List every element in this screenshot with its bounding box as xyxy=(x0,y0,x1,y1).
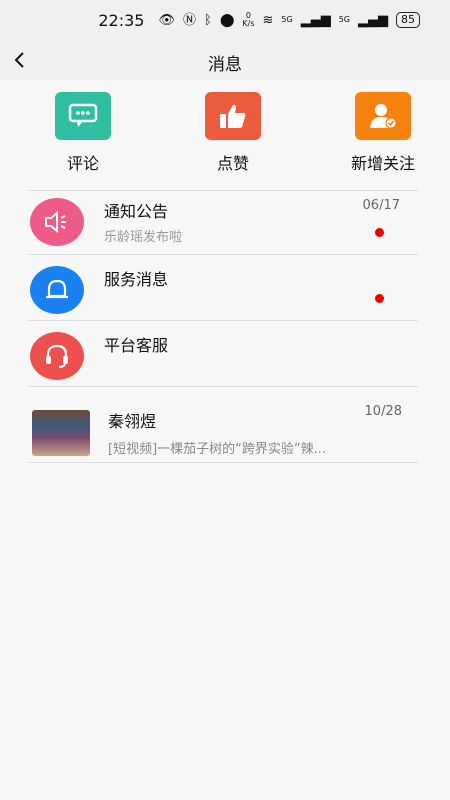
quick-action-label: 点赞 xyxy=(216,154,249,173)
unread-dot xyxy=(375,294,384,303)
quick-action-likes[interactable]: 点赞 xyxy=(178,92,288,174)
unread-dot xyxy=(375,228,384,237)
speaker-icon xyxy=(30,198,84,246)
net-speed: 0 K/s xyxy=(242,12,254,28)
message-name: 服务消息 xyxy=(104,270,169,289)
signal-bars-icon: ▂▄▆ xyxy=(358,12,388,28)
nfc-icon: Ⓝ xyxy=(183,12,197,28)
location-icon: ⬤ xyxy=(219,12,235,28)
wifi-icon: ≋ xyxy=(262,12,274,28)
message-preview: 乐龄瑶发布啦 xyxy=(104,230,183,245)
signal-5g-2: 5G xyxy=(338,15,350,24)
user-thumbnail xyxy=(32,410,90,456)
quick-action-new-followers[interactable]: 新增关注 xyxy=(328,92,438,174)
quick-action-label: 评论 xyxy=(66,154,99,173)
divider xyxy=(28,386,418,387)
bell-icon xyxy=(30,266,84,314)
message-preview: [短视频]一棵茄子树的“跨界实验”辣... xyxy=(108,442,327,457)
net-speed-unit: K/s xyxy=(242,19,255,28)
message-name: 平台客服 xyxy=(104,336,169,355)
comment-icon xyxy=(55,92,111,140)
status-bar: 22:35 👁 Ⓝ ᛒ ⬤ 0 K/s ≋ 5G ▂▄▆ 5G ▂▄▆ 85 xyxy=(0,0,450,40)
message-row-support[interactable]: 平台客服 xyxy=(28,324,418,390)
page-title: 消息 xyxy=(208,55,242,75)
headset-icon xyxy=(30,332,84,380)
bluetooth-icon: ᛒ xyxy=(204,12,212,28)
thumbs-up-icon xyxy=(205,92,261,140)
message-name: 通知公告 xyxy=(104,202,169,221)
status-time: 22:35 xyxy=(98,10,145,30)
message-name: 秦翎煜 xyxy=(108,412,157,431)
battery-indicator: 85 xyxy=(396,12,420,28)
message-date: 10/28 xyxy=(364,404,402,419)
message-row-user[interactable]: 秦翎煜 [短视频]一棵茄子树的“跨界实验”辣... 10/28 xyxy=(28,392,418,464)
quick-action-label: 新增关注 xyxy=(350,154,415,173)
divider xyxy=(28,254,418,255)
divider xyxy=(28,320,418,321)
signal-5g-1: 5G xyxy=(281,15,293,24)
follow-user-icon xyxy=(355,92,411,140)
message-row-notice[interactable]: 通知公告 乐龄瑶发布啦 06/17 xyxy=(28,190,418,256)
divider xyxy=(28,462,418,463)
signal-bars-icon: ▂▄▆ xyxy=(300,12,331,28)
eye-icon: 👁 xyxy=(158,12,175,28)
header: 消息 xyxy=(0,40,450,80)
quick-action-comments[interactable]: 评论 xyxy=(28,92,138,174)
message-date: 06/17 xyxy=(362,198,400,213)
message-row-service[interactable]: 服务消息 xyxy=(28,258,418,324)
